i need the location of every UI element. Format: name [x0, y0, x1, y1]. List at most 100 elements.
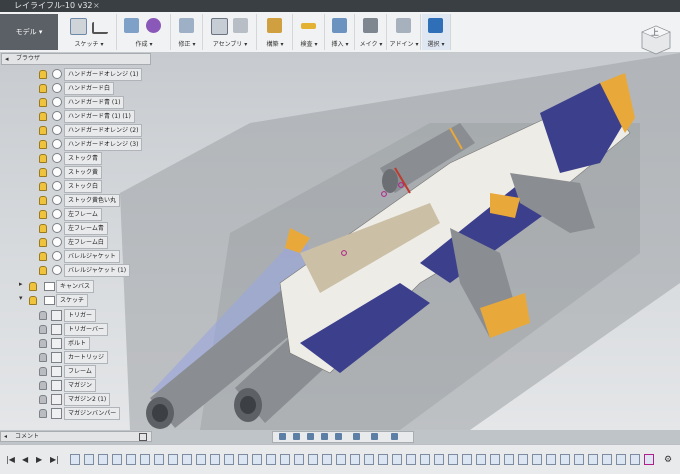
timeline-feature-icon[interactable] — [448, 454, 458, 465]
visibility-bulb-icon[interactable] — [39, 224, 47, 233]
sketch-row[interactable]: トリガーバー — [1, 322, 131, 336]
toolbar-addins[interactable]: アドイン ▾ — [388, 14, 421, 50]
list-item[interactable]: ハンドガード青 (1) — [1, 95, 131, 109]
sketch-row[interactable]: マガジン — [1, 378, 131, 392]
timeline-feature-icon[interactable] — [630, 454, 640, 465]
orbit-icon[interactable] — [279, 433, 286, 440]
timeline-feature-icon[interactable] — [336, 454, 346, 465]
toolbar-insert[interactable]: 挿入 ▾ — [326, 14, 355, 50]
timeline-feature-icon[interactable] — [532, 454, 542, 465]
visibility-bulb-icon[interactable] — [39, 238, 47, 247]
sketch-row[interactable]: ボルト — [1, 336, 131, 350]
list-item[interactable]: ストック白 — [1, 179, 131, 193]
timeline-feature-icon[interactable] — [602, 454, 612, 465]
grid-settings-icon[interactable] — [371, 433, 378, 440]
toolbar-make[interactable]: メイク ▾ — [356, 14, 387, 50]
list-item[interactable]: 左フレーム青 — [1, 221, 131, 235]
timeline-feature-icon[interactable] — [140, 454, 150, 465]
visibility-bulb-icon[interactable] — [39, 381, 47, 390]
timeline-feature-icon[interactable] — [588, 454, 598, 465]
timeline-feature-icon[interactable] — [392, 454, 402, 465]
list-item[interactable]: ハンドガード青 (1) (1) — [1, 109, 135, 123]
timeline-feature-icon[interactable] — [350, 454, 360, 465]
comments-panel[interactable]: ◂ コメント — [0, 431, 152, 442]
timeline-feature-icon[interactable] — [126, 454, 136, 465]
visibility-bulb-icon[interactable] — [39, 339, 47, 348]
sketch-row[interactable]: フレーム — [1, 364, 131, 378]
expand-arrow-icon[interactable]: ▸ — [19, 280, 23, 288]
close-tab-icon[interactable]: × — [93, 0, 100, 12]
timeline-feature-icon[interactable] — [462, 454, 472, 465]
timeline-feature-icon[interactable] — [476, 454, 486, 465]
visibility-bulb-icon[interactable] — [39, 98, 47, 107]
timeline-feature-icon[interactable] — [420, 454, 430, 465]
visibility-bulb-icon[interactable] — [39, 126, 47, 135]
timeline-feature-icon[interactable] — [252, 454, 262, 465]
list-item[interactable]: ハンドガード白 — [1, 81, 131, 95]
timeline-feature-icon[interactable] — [84, 454, 94, 465]
collapse-arrow-icon[interactable]: ▾ — [19, 294, 23, 302]
timeline-feature-icon[interactable] — [112, 454, 122, 465]
toolbar-assemble[interactable]: アセンブリ ▾ — [204, 14, 257, 50]
visibility-bulb-icon[interactable] — [39, 311, 47, 320]
visibility-bulb-icon[interactable] — [39, 84, 47, 93]
sketch-row[interactable]: マガジンバンパー — [1, 406, 131, 420]
timeline-feature-icon[interactable] — [406, 454, 416, 465]
visibility-bulb-icon[interactable] — [39, 182, 47, 191]
timeline-feature-icon[interactable] — [154, 454, 164, 465]
toolbar-create[interactable]: 作成 ▾ — [118, 14, 171, 50]
toolbar-inspect[interactable]: 検査 ▾ — [294, 14, 325, 50]
visibility-bulb-icon[interactable] — [39, 252, 47, 261]
list-item[interactable]: ストック青 — [1, 151, 131, 165]
timeline-feature-icon[interactable] — [434, 454, 444, 465]
visibility-bulb-icon[interactable] — [39, 210, 47, 219]
browser-header[interactable]: ◂ ブラウザ — [1, 53, 151, 65]
visibility-bulb-icon[interactable] — [39, 395, 47, 404]
timeline-feature-icon[interactable] — [364, 454, 374, 465]
visibility-bulb-icon[interactable] — [39, 367, 47, 376]
visibility-bulb-icon[interactable] — [39, 140, 47, 149]
visibility-bulb-icon[interactable] — [39, 168, 47, 177]
timeline-feature-icon[interactable] — [196, 454, 206, 465]
timeline-feature-icon[interactable] — [238, 454, 248, 465]
timeline-feature-icon[interactable] — [378, 454, 388, 465]
list-item[interactable]: ハンドガードオレンジ (2) — [1, 123, 143, 137]
toolbar-select[interactable]: 選択 ▾ — [422, 14, 451, 50]
list-item[interactable]: ハンドガードオレンジ (1) — [1, 67, 143, 81]
timeline-feature-icon[interactable] — [546, 454, 556, 465]
timeline-marker-icon[interactable] — [644, 454, 654, 465]
list-item[interactable]: 左フレーム白 — [1, 235, 131, 249]
sketch-row[interactable]: トリガー — [1, 308, 131, 322]
look-at-icon[interactable] — [293, 433, 300, 440]
timeline-feature-icon[interactable] — [168, 454, 178, 465]
step-forward-icon[interactable]: ▶| — [50, 455, 59, 464]
step-back-icon[interactable]: ◀ — [22, 455, 28, 464]
collapse-icon[interactable]: ◂ — [5, 54, 9, 64]
list-item[interactable]: 左フレーム — [1, 207, 131, 221]
timeline-feature-icon[interactable] — [224, 454, 234, 465]
display-settings-icon[interactable] — [353, 433, 360, 440]
sketch-row[interactable]: マガジン2 (1) — [1, 392, 131, 406]
play-icon[interactable]: ▶ — [36, 455, 42, 464]
timeline-feature-icon[interactable] — [308, 454, 318, 465]
list-item[interactable]: ストック黄 — [1, 165, 131, 179]
visibility-bulb-icon[interactable] — [39, 409, 47, 418]
visibility-bulb-icon[interactable] — [39, 353, 47, 362]
list-item[interactable]: ハンドガードオレンジ (3) — [1, 137, 143, 151]
timeline-feature-icon[interactable] — [490, 454, 500, 465]
list-item[interactable]: ストック黄色い丸 — [1, 193, 131, 207]
settings-gear-icon[interactable]: ⚙ — [664, 455, 672, 465]
toolbar-sketch[interactable]: スケッチ ▾ — [62, 14, 117, 50]
timeline-feature-icon[interactable] — [182, 454, 192, 465]
timeline-feature-icon[interactable] — [70, 454, 80, 465]
timeline-feature-icon[interactable] — [504, 454, 514, 465]
visibility-bulb-icon[interactable] — [39, 266, 47, 275]
document-tab-title[interactable]: レイライフル-10 v32 — [14, 0, 93, 12]
timeline-feature-icon[interactable] — [280, 454, 290, 465]
visibility-bulb-icon[interactable] — [39, 112, 47, 121]
folder-row-canvases[interactable]: ▸ キャンバス — [1, 279, 131, 293]
visibility-bulb-icon[interactable] — [39, 154, 47, 163]
visibility-bulb-icon[interactable] — [39, 70, 47, 79]
toolbar-construct[interactable]: 構築 ▾ — [258, 14, 293, 50]
timeline-feature-icon[interactable] — [616, 454, 626, 465]
